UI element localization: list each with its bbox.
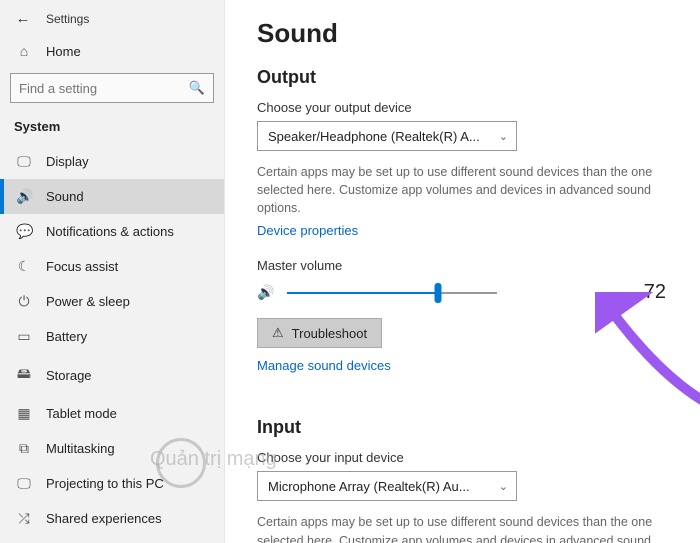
output-device-dropdown[interactable]: Speaker/Headphone (Realtek(R) A... ⌄ xyxy=(257,121,517,151)
troubleshoot-label: Troubleshoot xyxy=(292,326,367,341)
input-choose-label: Choose your input device xyxy=(257,450,676,465)
sidebar-item-projecting-to-this-pc[interactable]: 🖵 Projecting to this PC xyxy=(0,466,224,501)
input-device-value: Microphone Array (Realtek(R) Au... xyxy=(268,479,470,494)
troubleshoot-button[interactable]: ⚠ Troubleshoot xyxy=(257,318,382,348)
sidebar-item-clipboard[interactable]: 📋Clipboard xyxy=(0,536,224,543)
volume-slider[interactable] xyxy=(287,286,497,300)
sidebar-item-label: Battery xyxy=(46,329,87,344)
home-label: Home xyxy=(46,44,81,59)
chevron-down-icon: ⌄ xyxy=(499,130,508,143)
tablet-mode-icon: ▦ xyxy=(16,405,32,422)
warning-icon: ⚠ xyxy=(272,325,284,341)
sidebar-section-label: System xyxy=(0,115,224,144)
sidebar-item-shared-experiences[interactable]: ⤮ Shared experiences xyxy=(0,501,224,536)
shared-experiences-icon: ⤮ xyxy=(16,510,32,527)
chevron-down-icon: ⌄ xyxy=(499,480,508,493)
sidebar-item-label: Display xyxy=(46,154,89,169)
sidebar-item-label: Sound xyxy=(46,189,84,204)
nav-list: 🖵 Display 🔊 Sound 💬 Notifications & actions ☾ F… xyxy=(0,144,224,543)
annotation-arrow xyxy=(595,292,700,412)
manage-sound-devices-link[interactable]: Manage sound devices xyxy=(257,358,391,373)
sidebar-item-label: Storage xyxy=(46,368,92,383)
input-helper: Certain apps may be set up to use differ… xyxy=(257,513,657,543)
multitasking-icon: ⧉ xyxy=(16,440,32,457)
output-helper: Certain apps may be set up to use differ… xyxy=(257,163,657,217)
display-icon: 🖵 xyxy=(16,153,32,170)
power-sleep-icon: ⏻ xyxy=(16,293,32,310)
sound-icon: 🔊 xyxy=(16,188,32,205)
search-icon: 🔍 xyxy=(189,80,205,96)
sidebar-item-multitasking[interactable]: ⧉ Multitasking xyxy=(0,431,224,466)
output-device-value: Speaker/Headphone (Realtek(R) A... xyxy=(268,129,480,144)
search-input[interactable] xyxy=(19,81,169,96)
sidebar: ← Settings ⌂ Home 🔍 System 🖵 Display 🔊 Soun… xyxy=(0,0,225,543)
storage-icon: 🖴 xyxy=(16,363,32,387)
app-title: Settings xyxy=(46,12,89,26)
sidebar-item-battery[interactable]: ▭ Battery xyxy=(0,319,224,354)
sidebar-item-tablet-mode[interactable]: ▦ Tablet mode xyxy=(0,396,224,431)
sidebar-item-label: Notifications & actions xyxy=(46,224,174,239)
sidebar-item-notifications-actions[interactable]: 💬 Notifications & actions xyxy=(0,214,224,249)
sidebar-item-storage[interactable]: 🖴 Storage xyxy=(0,354,224,396)
projecting-to-this-pc-icon: 🖵 xyxy=(16,475,32,492)
sidebar-item-label: Power & sleep xyxy=(46,294,130,309)
battery-icon: ▭ xyxy=(16,328,32,345)
back-button[interactable]: ← xyxy=(14,10,32,27)
page-title: Sound xyxy=(257,18,676,49)
input-device-dropdown[interactable]: Microphone Array (Realtek(R) Au... ⌄ xyxy=(257,471,517,501)
sidebar-item-label: Tablet mode xyxy=(46,406,117,421)
notifications-actions-icon: 💬 xyxy=(16,223,32,240)
sidebar-item-label: Shared experiences xyxy=(46,511,162,526)
sidebar-home[interactable]: ⌂ Home xyxy=(0,35,224,67)
master-volume-label: Master volume xyxy=(257,258,676,273)
sidebar-item-label: Multitasking xyxy=(46,441,115,456)
sidebar-item-display[interactable]: 🖵 Display xyxy=(0,144,224,179)
content: Sound Output Choose your output device S… xyxy=(225,0,700,543)
sidebar-item-label: Focus assist xyxy=(46,259,118,274)
search-box[interactable]: 🔍 xyxy=(10,73,214,103)
output-device-properties-link[interactable]: Device properties xyxy=(257,223,358,238)
home-icon: ⌂ xyxy=(16,43,32,59)
volume-value: 72 xyxy=(644,281,676,304)
sidebar-item-focus-assist[interactable]: ☾ Focus assist xyxy=(0,249,224,284)
sidebar-item-label: Projecting to this PC xyxy=(46,476,164,491)
speaker-icon[interactable]: 🔊 xyxy=(257,284,277,301)
focus-assist-icon: ☾ xyxy=(16,258,32,275)
sidebar-item-sound[interactable]: 🔊 Sound xyxy=(0,179,224,214)
input-heading: Input xyxy=(257,417,676,438)
output-choose-label: Choose your output device xyxy=(257,100,676,115)
output-heading: Output xyxy=(257,67,676,88)
sidebar-item-power-sleep[interactable]: ⏻ Power & sleep xyxy=(0,284,224,319)
